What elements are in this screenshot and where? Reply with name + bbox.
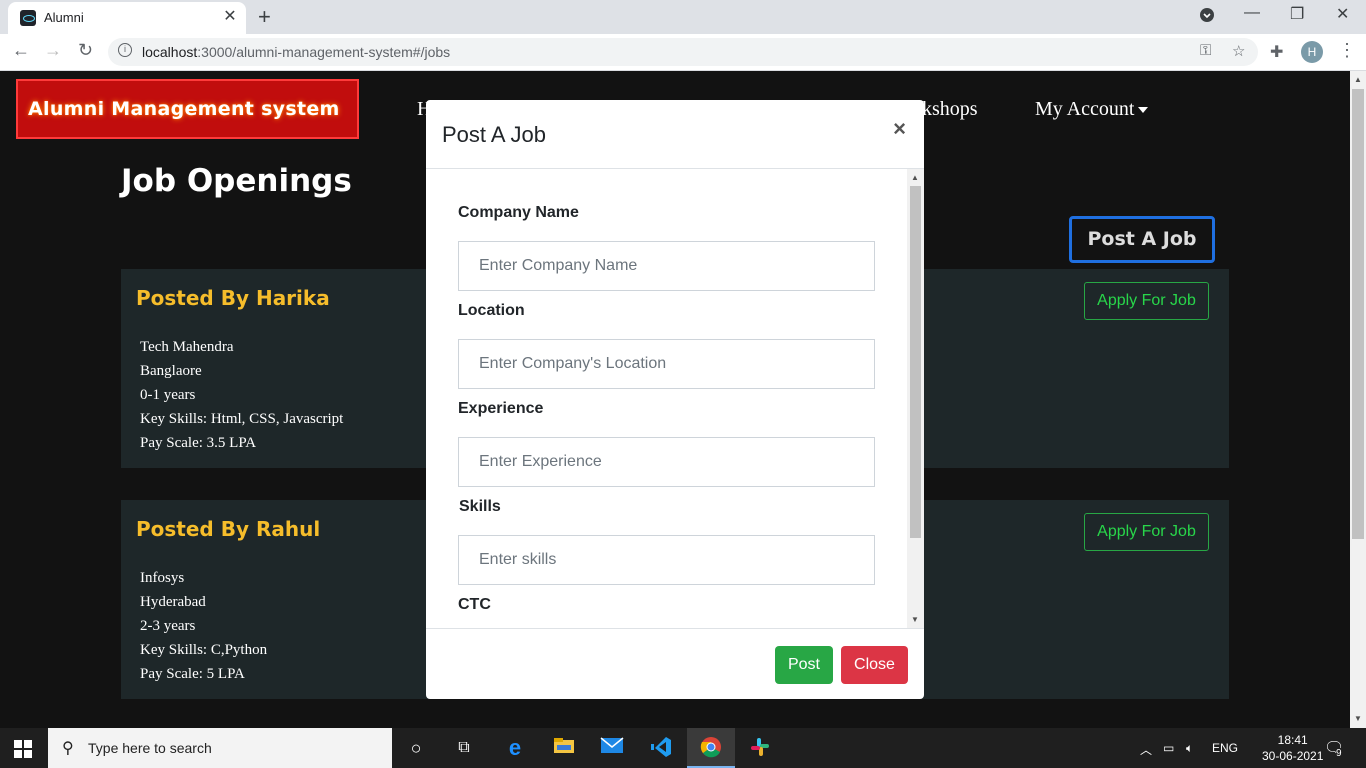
nav-my-account-label: My Account [1035, 98, 1135, 120]
battery-icon[interactable]: ▭ [1163, 741, 1174, 755]
reload-icon[interactable]: ↻ [78, 40, 93, 61]
browser-tab[interactable]: Alumni ✕ [8, 2, 246, 34]
skills-label: Skills [459, 498, 501, 515]
logo-text: Alumni Management system [28, 98, 340, 120]
company-name-input[interactable]: Enter Company Name [458, 241, 875, 291]
post-job-button[interactable]: Post A Job [1069, 216, 1215, 263]
close-button[interactable]: Close [841, 646, 908, 684]
language-indicator[interactable]: ENG [1212, 741, 1238, 755]
apply-for-job-button[interactable]: Apply For Job [1084, 513, 1209, 551]
job-location: Hyderabad [140, 594, 206, 610]
notification-count: 9 [1336, 748, 1342, 759]
experience-input[interactable]: Enter Experience [458, 437, 875, 487]
clock-time: 18:41 [1277, 733, 1308, 747]
modal-scrollbar[interactable]: ▲ ▼ [907, 169, 924, 628]
chrome-icon[interactable] [698, 736, 724, 760]
skills-placeholder: Enter skills [479, 551, 557, 568]
browser-menu-icon[interactable]: ⋮ [1338, 40, 1356, 61]
scroll-down-icon[interactable]: ▼ [1354, 714, 1362, 723]
job-skills: Key Skills: Html, CSS, Javascript [140, 411, 344, 427]
job-posted-by: Posted By Rahul [136, 517, 321, 541]
windows-start-icon[interactable] [14, 740, 32, 758]
browser-toolbar: ← → ↻ i localhost:3000/alumni-management… [0, 34, 1366, 71]
address-bar[interactable]: i localhost:3000/alumni-management-syste… [108, 38, 1258, 66]
modal-header: Post A Job × [426, 100, 924, 169]
window-close-icon[interactable]: ✕ [1336, 4, 1349, 24]
taskbar-clock[interactable]: 18:41 30-06-2021 [1262, 732, 1323, 764]
task-view-icon[interactable]: ⧉ [451, 736, 477, 760]
company-name-label: Company Name [458, 204, 579, 221]
taskbar-search-placeholder: Type here to search [88, 740, 212, 756]
file-explorer-icon[interactable] [551, 736, 577, 760]
job-company: Infosys [140, 570, 185, 586]
page-scrollbar[interactable]: ▲ ▼ [1350, 71, 1366, 728]
minimize-icon[interactable]: — [1244, 4, 1260, 22]
job-details: Infosys Hyderabad 2-3 years Key Skills: … [140, 566, 267, 686]
job-pay: Pay Scale: 5 LPA [140, 666, 245, 682]
react-favicon-icon [20, 10, 36, 26]
cortana-icon[interactable]: ○ [403, 736, 429, 760]
job-location: Banglaore [140, 363, 202, 379]
skills-input[interactable]: Enter skills [458, 535, 875, 585]
tab-close-icon[interactable]: ✕ [220, 6, 240, 26]
caret-down-icon [1138, 107, 1149, 114]
edge-icon[interactable]: e [502, 736, 528, 760]
modal-close-icon[interactable]: × [893, 116, 906, 142]
back-icon[interactable]: ← [12, 40, 30, 61]
job-details: Tech Mahendra Banglaore 0-1 years Key Sk… [140, 335, 343, 455]
modal-scroll-down-icon[interactable]: ▼ [911, 615, 919, 624]
page-title: Job Openings [121, 163, 352, 199]
company-name-placeholder: Enter Company Name [479, 257, 638, 274]
modal-title: Post A Job [442, 122, 546, 147]
forward-icon[interactable]: → [44, 40, 62, 61]
location-placeholder: Enter Company's Location [479, 355, 667, 372]
post-button[interactable]: Post [775, 646, 833, 684]
nav-my-account[interactable]: My Account [1035, 98, 1149, 121]
modal-body[interactable]: Company Name Enter Company Name Location… [426, 169, 924, 628]
job-posted-by: Posted By Harika [136, 286, 330, 310]
job-experience: 2-3 years [140, 618, 196, 634]
url-text: localhost:3000/alumni-management-system#… [142, 44, 451, 60]
experience-label: Experience [458, 400, 544, 417]
apply-for-job-button[interactable]: Apply For Job [1084, 282, 1209, 320]
taskbar-search-box[interactable]: ⚲ Type here to search [48, 728, 392, 768]
profile-avatar[interactable]: H [1301, 41, 1323, 63]
site-logo[interactable]: Alumni Management system [16, 79, 359, 139]
bookmark-star-icon[interactable]: ☆ [1232, 42, 1245, 60]
mail-icon[interactable] [599, 736, 625, 760]
job-pay: Pay Scale: 3.5 LPA [140, 435, 257, 451]
vscode-icon[interactable] [648, 736, 674, 760]
modal-scroll-up-icon[interactable]: ▲ [911, 173, 919, 182]
site-info-icon[interactable]: i [118, 43, 132, 57]
volume-icon[interactable]: 🔈︎ [1186, 741, 1193, 756]
nav-workshops-partial[interactable]: kshops [922, 98, 978, 121]
new-tab-icon[interactable]: + [258, 4, 271, 30]
search-icon: ⚲ [62, 740, 74, 757]
windows-taskbar: ⚲ Type here to search ○ ⧉ e ︿ ▭ 🔈︎ ENG 1… [0, 728, 1366, 768]
tab-title: Alumni [44, 10, 84, 25]
job-skills: Key Skills: C,Python [140, 642, 268, 658]
experience-placeholder: Enter Experience [479, 453, 602, 470]
post-job-modal: Post A Job × Company Name Enter Company … [426, 100, 924, 699]
job-company: Tech Mahendra [140, 339, 234, 355]
location-input[interactable]: Enter Company's Location [458, 339, 875, 389]
tray-chevron-icon[interactable]: ︿ [1140, 741, 1152, 758]
page-scrollbar-thumb[interactable] [1352, 89, 1364, 539]
clock-date: 30-06-2021 [1262, 749, 1324, 763]
modal-scrollbar-thumb[interactable] [910, 186, 921, 538]
slack-icon[interactable] [747, 736, 773, 760]
extensions-puzzle-icon[interactable]: ✚ [1270, 42, 1283, 62]
key-icon[interactable]: ⚿ [1200, 42, 1211, 59]
modal-footer: Post Close [426, 628, 924, 699]
browser-tab-bar: Alumni ✕ + — ❐ ✕ [0, 0, 1366, 34]
tab-search-icon[interactable] [1199, 7, 1215, 28]
job-experience: 0-1 years [140, 387, 196, 403]
restore-icon[interactable]: ❐ [1290, 4, 1304, 24]
scroll-up-icon[interactable]: ▲ [1354, 75, 1362, 84]
location-label: Location [458, 302, 525, 319]
ctc-label: CTC [458, 596, 491, 613]
